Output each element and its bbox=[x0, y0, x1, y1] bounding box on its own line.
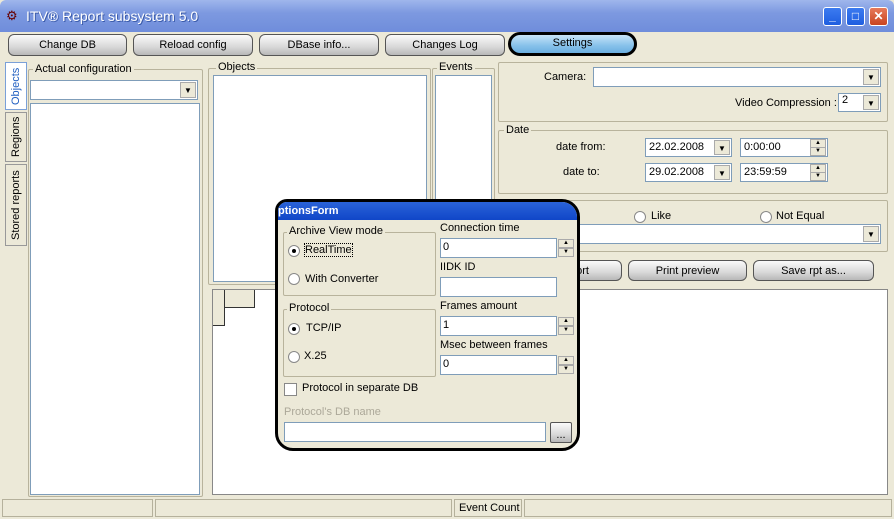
actual-configuration-label: Actual configuration bbox=[33, 63, 134, 75]
tcpip-radio[interactable] bbox=[288, 323, 300, 335]
video-compression-label: Video Compression : bbox=[735, 97, 837, 109]
change-db-button[interactable]: Change DB bbox=[8, 34, 127, 56]
app-icon: ⚙ bbox=[6, 8, 18, 23]
video-compression-value: 2 bbox=[842, 94, 849, 106]
protocol-group bbox=[283, 309, 436, 377]
chevron-down-icon[interactable]: ▼ bbox=[863, 69, 879, 85]
window-title: ITV® Report subsystem 5.0 bbox=[26, 8, 199, 24]
browse-button[interactable]: ... bbox=[550, 422, 572, 443]
status-section-4 bbox=[524, 499, 892, 517]
date-label: Date bbox=[504, 124, 532, 136]
not-equal-radio[interactable] bbox=[760, 211, 772, 223]
settings-button[interactable]: Settings bbox=[508, 32, 637, 56]
tcpip-label: TCP/IP bbox=[306, 322, 342, 334]
objects-label: Objects bbox=[216, 61, 258, 73]
date-to-value: 29.02.2008 bbox=[649, 166, 705, 178]
spin-down-icon[interactable]: ▼ bbox=[810, 172, 826, 181]
frames-amount-field[interactable]: 1 bbox=[440, 316, 557, 336]
with-converter-label: With Converter bbox=[305, 273, 379, 285]
archive-view-mode-group bbox=[283, 232, 436, 296]
connection-time-field[interactable]: 0 bbox=[440, 238, 557, 258]
spin-up-icon[interactable]: ▲ bbox=[558, 239, 574, 248]
event-count-status: Event Count bbox=[454, 499, 522, 517]
tab-objects[interactable]: Objects bbox=[5, 62, 27, 110]
like-label: Like bbox=[651, 210, 672, 222]
reload-config-button[interactable]: Reload config bbox=[133, 34, 253, 56]
date-from-value: 22.02.2008 bbox=[649, 141, 705, 153]
spin-down-icon[interactable]: ▼ bbox=[558, 248, 574, 257]
options-form-dialog: ptionsForm Archive View mode RealTime Wi… bbox=[275, 199, 580, 451]
status-section-1 bbox=[2, 499, 153, 517]
date-to-picker[interactable]: 29.02.2008 ▼ bbox=[645, 163, 732, 182]
time-from-field[interactable]: 0:00:00 ▲ ▼ bbox=[740, 138, 828, 157]
configuration-combo[interactable]: ▼ bbox=[30, 80, 198, 100]
dialog-title: ptionsForm bbox=[278, 202, 577, 220]
time-to-value: 23:59:59 bbox=[744, 166, 787, 178]
iidk-id-label: IIDK ID bbox=[440, 261, 476, 273]
grid-row-header bbox=[213, 308, 225, 326]
x25-label: X.25 bbox=[304, 350, 327, 362]
protocol-separate-db-label: Protocol in separate DB bbox=[302, 382, 419, 394]
status-section-2 bbox=[155, 499, 452, 517]
protocol-label: Protocol bbox=[287, 302, 332, 314]
save-rpt-as-button[interactable]: Save rpt as... bbox=[753, 260, 874, 281]
time-from-value: 0:00:00 bbox=[744, 141, 781, 153]
realtime-label: RealTime bbox=[304, 243, 353, 257]
maximize-button[interactable]: □ bbox=[846, 7, 865, 26]
print-preview-button[interactable]: Print preview bbox=[628, 260, 747, 281]
date-from-label: date from: bbox=[556, 141, 606, 153]
msec-between-frames-field[interactable]: 0 bbox=[440, 355, 557, 375]
x25-radio[interactable] bbox=[288, 351, 300, 363]
title-bar: ⚙ ITV® Report subsystem 5.0 _ □ ✕ bbox=[0, 0, 894, 32]
date-from-picker[interactable]: 22.02.2008 ▼ bbox=[645, 138, 732, 157]
close-button[interactable]: ✕ bbox=[869, 7, 888, 26]
events-label: Events bbox=[437, 61, 475, 73]
protocol-separate-db-checkbox[interactable] bbox=[284, 383, 297, 396]
minimize-button[interactable]: _ bbox=[823, 7, 842, 26]
video-compression-combo[interactable]: 2 ▼ bbox=[838, 93, 881, 112]
tab-stored-reports[interactable]: Stored reports bbox=[5, 164, 27, 246]
date-to-label: date to: bbox=[563, 166, 600, 178]
not-equal-label: Not Equal bbox=[776, 210, 825, 222]
archive-view-mode-label: Archive View mode bbox=[287, 225, 385, 237]
camera-combo[interactable]: ▼ bbox=[593, 67, 881, 87]
protocol-db-name-label: Protocol's DB name bbox=[284, 406, 381, 418]
chevron-down-icon[interactable]: ▼ bbox=[714, 140, 730, 155]
grid-header-cell bbox=[225, 290, 255, 308]
spin-up-icon[interactable]: ▲ bbox=[558, 356, 574, 365]
tab-regions[interactable]: Regions bbox=[5, 112, 27, 162]
like-radio[interactable] bbox=[634, 211, 646, 223]
spin-down-icon[interactable]: ▼ bbox=[810, 147, 826, 156]
frames-amount-label: Frames amount bbox=[440, 300, 518, 312]
spin-up-icon[interactable]: ▲ bbox=[558, 317, 574, 326]
with-converter-radio[interactable] bbox=[288, 273, 300, 285]
time-to-field[interactable]: 23:59:59 ▲ ▼ bbox=[740, 163, 828, 182]
protocol-db-name-field[interactable] bbox=[284, 422, 546, 442]
realtime-radio[interactable] bbox=[288, 245, 300, 257]
chevron-down-icon[interactable]: ▼ bbox=[863, 95, 879, 110]
connection-time-label: Connection time bbox=[440, 222, 520, 234]
spin-down-icon[interactable]: ▼ bbox=[558, 365, 574, 374]
chevron-down-icon[interactable]: ▼ bbox=[714, 165, 730, 180]
msec-between-frames-label: Msec between frames bbox=[440, 339, 548, 351]
dbase-info-button[interactable]: DBase info... bbox=[259, 34, 379, 56]
iidk-id-field[interactable] bbox=[440, 277, 557, 297]
spin-down-icon[interactable]: ▼ bbox=[558, 326, 574, 335]
chevron-down-icon[interactable]: ▼ bbox=[863, 226, 879, 242]
chevron-down-icon[interactable]: ▼ bbox=[180, 82, 196, 98]
configuration-tree[interactable] bbox=[30, 103, 200, 495]
camera-label: Camera: bbox=[544, 71, 587, 83]
changes-log-button[interactable]: Changes Log bbox=[385, 34, 505, 56]
